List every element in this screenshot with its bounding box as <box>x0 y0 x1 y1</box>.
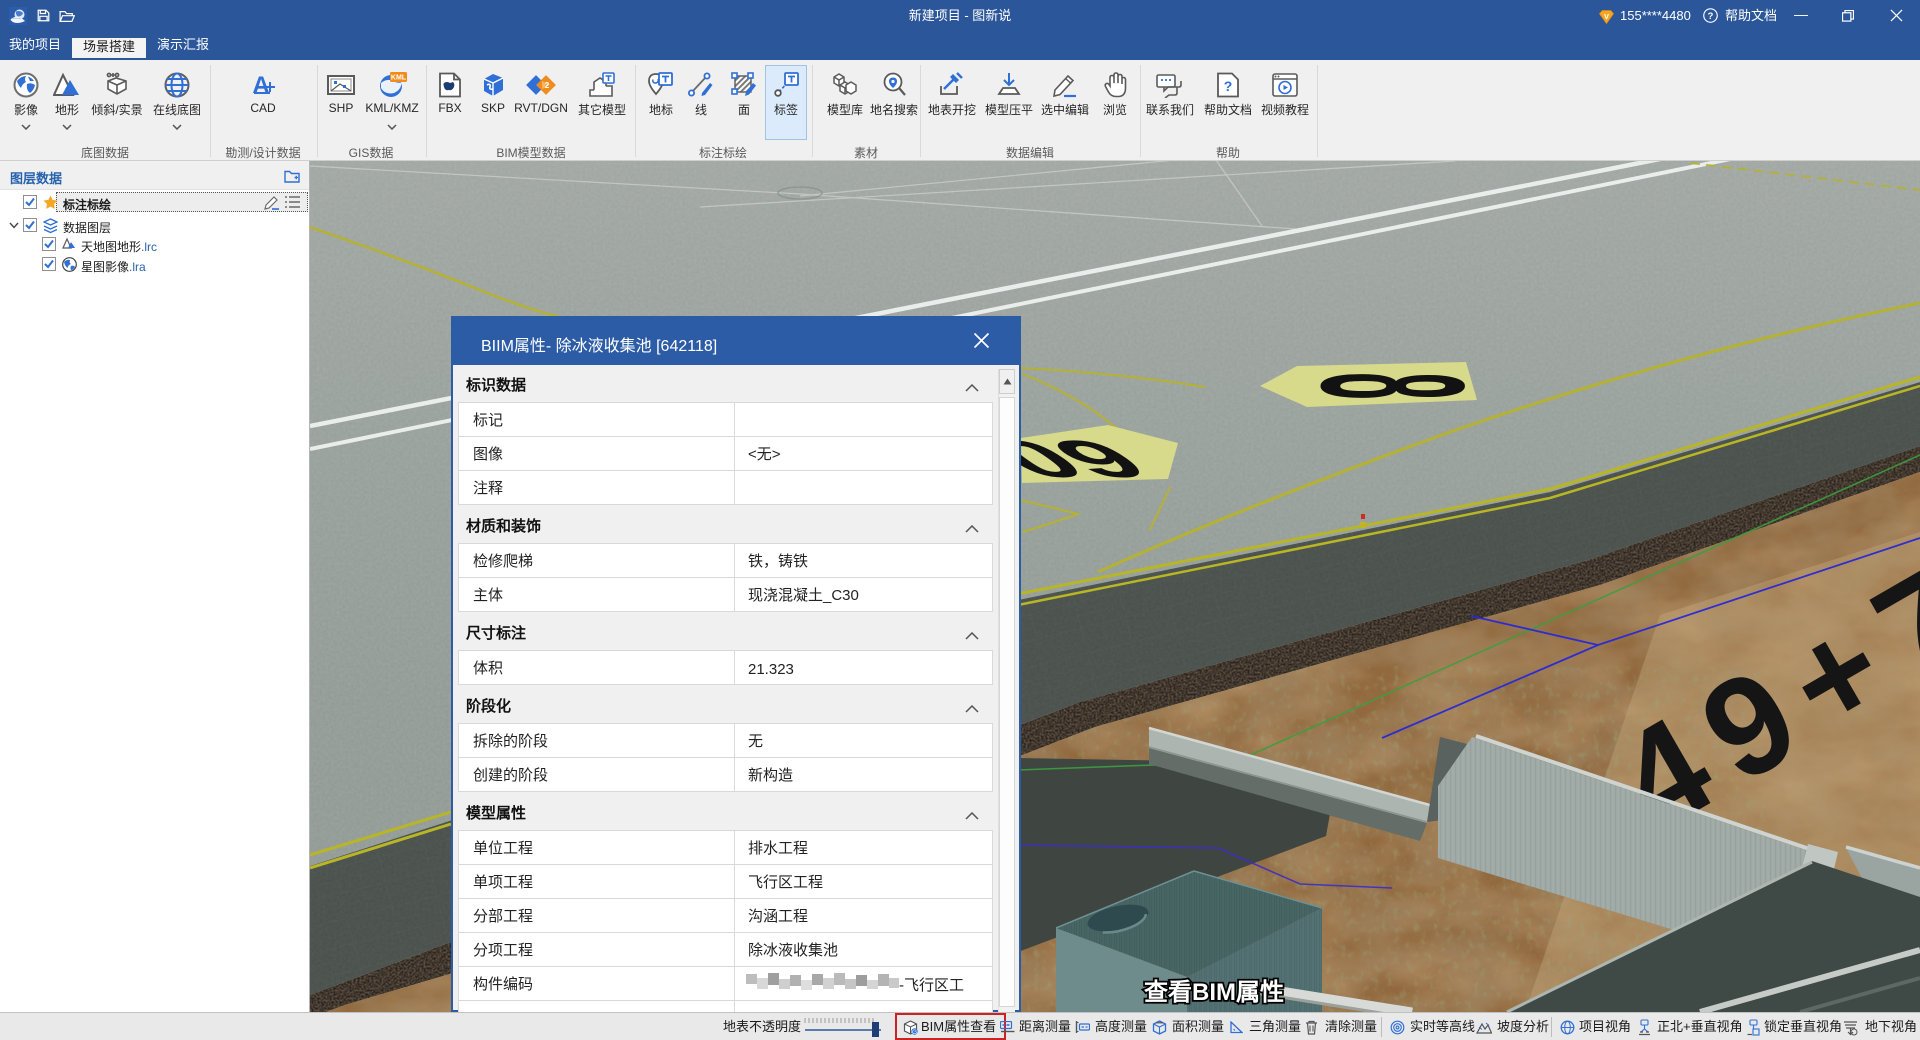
svg-text:?: ? <box>1708 11 1714 21</box>
svg-text:8: 8 <box>1278 373 1505 400</box>
svg-text:查看BIM属性: 查看BIM属性 <box>1144 979 1284 1006</box>
svg-text:-飞行区工: -飞行区工 <box>899 977 964 994</box>
svg-text:G: G <box>912 1029 917 1035</box>
svg-text:?: ? <box>1224 78 1233 94</box>
svg-text:A: A <box>252 72 269 98</box>
svg-text:V: V <box>1604 12 1609 21</box>
svg-text:2: 2 <box>545 81 550 90</box>
svg-text:KML: KML <box>391 75 407 82</box>
